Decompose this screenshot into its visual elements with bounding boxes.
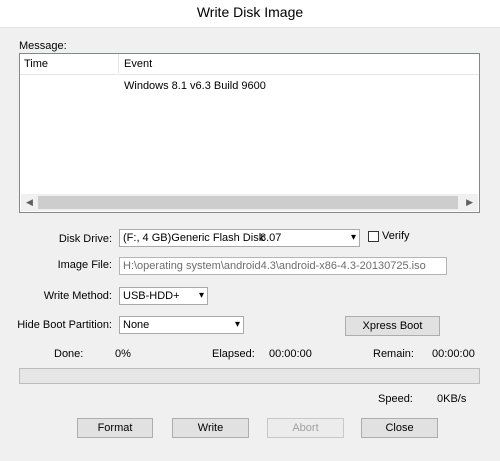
disk-drive-select[interactable]: (F:, 4 GB)Generic Flash Disk 8.07 ▾ — [119, 229, 360, 247]
done-value: 0% — [115, 348, 131, 360]
column-header-event[interactable]: Event — [124, 58, 152, 70]
format-button[interactable]: Format — [77, 418, 153, 438]
chevron-down-icon[interactable]: ▾ — [235, 319, 240, 330]
hide-boot-partition-label: Hide Boot Partition: — [17, 319, 112, 331]
horizontal-scrollbar[interactable]: ◀ ▶ — [21, 194, 478, 211]
speed-label: Speed: — [378, 393, 413, 405]
close-button[interactable]: Close — [361, 418, 438, 438]
column-divider[interactable] — [118, 54, 119, 73]
image-file-path: H:\operating system\android4.3\android-x… — [123, 260, 426, 272]
message-list-header: Time Event — [20, 54, 479, 75]
message-row-event: Windows 8.1 v6.3 Build 9600 — [124, 80, 266, 92]
window-title: Write Disk Image — [196, 4, 304, 20]
hide-boot-partition-value: None — [123, 319, 150, 331]
disk-drive-version: 8.07 — [260, 232, 282, 244]
disk-drive-label: Disk Drive: — [58, 233, 112, 245]
column-header-time[interactable]: Time — [24, 58, 48, 70]
verify-label: Verify — [382, 230, 410, 242]
arrow-left-icon[interactable]: ◀ — [26, 197, 33, 208]
abort-button[interactable]: Abort — [267, 418, 344, 438]
write-method-select[interactable]: USB-HDD+ ▾ — [119, 287, 208, 305]
hide-boot-partition-select[interactable]: None ▾ — [119, 316, 244, 334]
image-file-field[interactable]: H:\operating system\android4.3\android-x… — [119, 257, 447, 275]
scrollbar-thumb[interactable] — [38, 196, 458, 209]
elapsed-label: Elapsed: — [212, 348, 255, 360]
speed-value: 0KB/s — [437, 393, 467, 405]
image-file-label: Image File: — [57, 259, 112, 271]
write-button[interactable]: Write — [172, 418, 249, 438]
write-disk-image-window: Write Disk Image Message: Time Event Win… — [0, 0, 500, 461]
done-label: Done: — [54, 348, 84, 360]
chevron-down-icon[interactable]: ▾ — [351, 232, 356, 243]
arrow-right-icon[interactable]: ▶ — [466, 197, 473, 208]
xpress-boot-button[interactable]: Xpress Boot — [345, 316, 440, 336]
verify-checkbox[interactable] — [368, 231, 379, 242]
progress-bar — [19, 368, 480, 384]
message-label: Message: — [19, 40, 67, 52]
remain-value: 00:00:00 — [432, 348, 475, 360]
message-list[interactable]: Time Event Windows 8.1 v6.3 Build 9600 ◀… — [19, 53, 480, 213]
remain-label: Remain: — [373, 348, 414, 360]
chevron-down-icon[interactable]: ▾ — [199, 290, 204, 301]
disk-drive-value: (F:, 4 GB)Generic Flash Disk — [123, 232, 265, 244]
write-method-value: USB-HDD+ — [123, 290, 180, 302]
write-method-label: Write Method: — [43, 290, 112, 302]
title-bar[interactable]: Write Disk Image — [0, 0, 500, 28]
elapsed-value: 00:00:00 — [269, 348, 312, 360]
